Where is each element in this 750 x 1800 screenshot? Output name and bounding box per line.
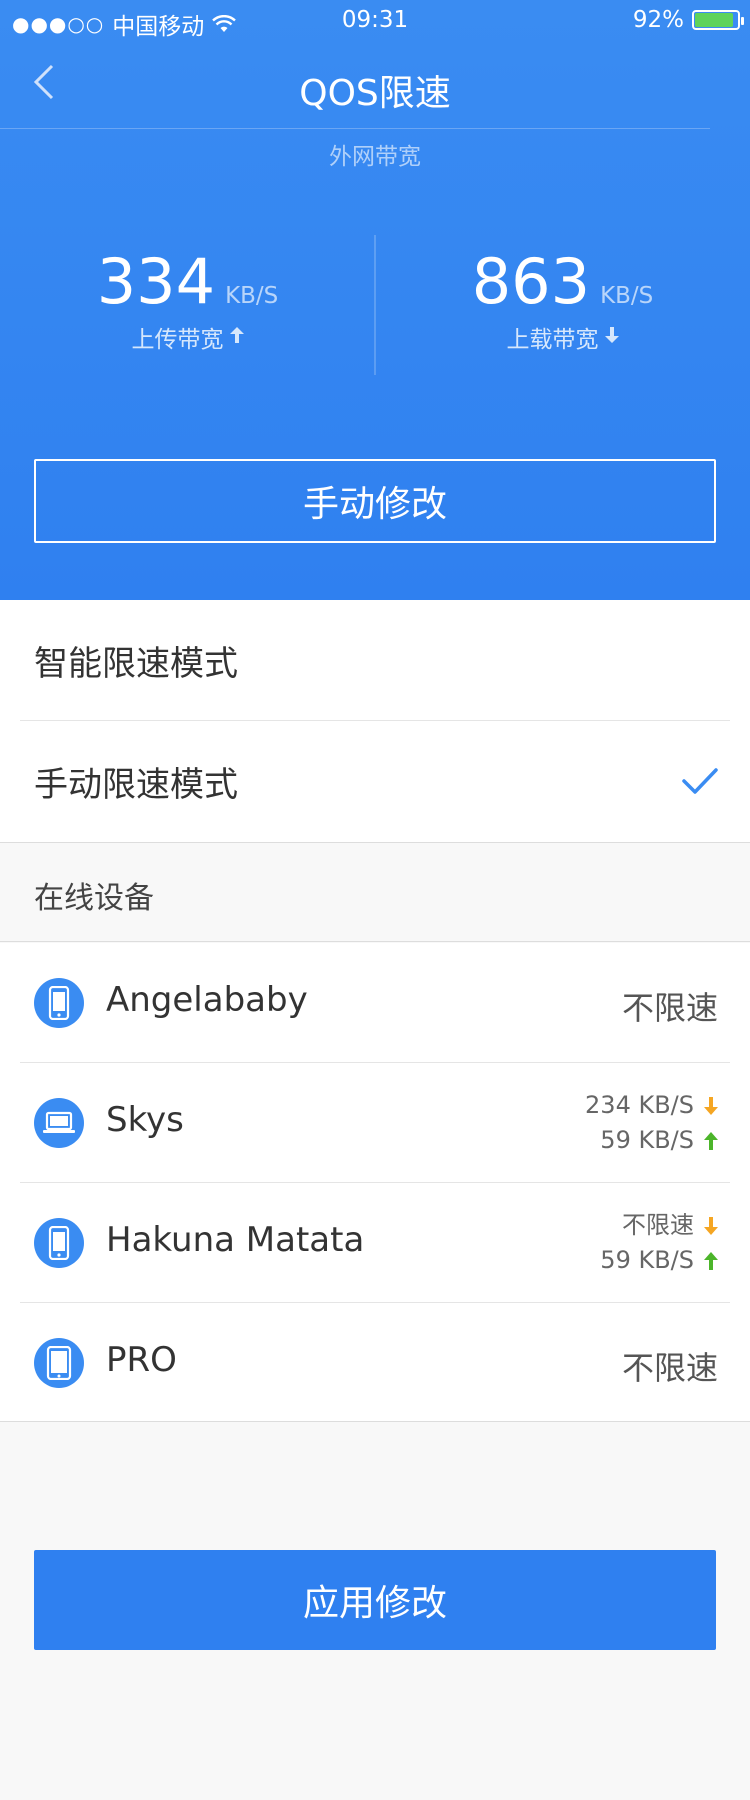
page-title: QOS限速 <box>299 73 451 114</box>
qos-page: ●●●○○ 中国移动 09:31 92% QOS限速 外网带宽 334 KB/S… <box>0 0 750 1800</box>
download-rate: 234 KB/S <box>585 1091 694 1119</box>
section-header: 在线设备 <box>0 842 750 942</box>
nav-divider <box>0 128 710 129</box>
nav-bar: QOS限速 <box>0 40 750 128</box>
arrow-down-icon <box>604 326 619 348</box>
device-rates: 234 KB/S 59 KB/S <box>585 1088 718 1158</box>
upload-label: 上传带宽 <box>131 327 224 353</box>
header: ●●●○○ 中国移动 09:31 92% QOS限速 外网带宽 334 KB/S… <box>0 0 750 600</box>
device-list: Angelababy 不限速 Skys 234 KB/S 59 KB/S Hak… <box>0 943 750 1422</box>
device-name: PRO <box>106 1340 177 1380</box>
arrow-up-icon <box>704 1251 718 1270</box>
apply-changes-button[interactable]: 应用修改 <box>34 1550 716 1650</box>
download-rate: 不限速 <box>622 1211 694 1239</box>
upload-rate: 59 KB/S <box>600 1246 694 1274</box>
upload-rate: 59 KB/S <box>600 1126 694 1154</box>
mode-manual[interactable]: 手动限速模式 <box>0 721 750 841</box>
arrow-down-icon <box>704 1216 718 1235</box>
device-rates: 不限速 59 KB/S <box>600 1208 718 1278</box>
phone-icon <box>34 1218 84 1268</box>
device-row[interactable]: PRO 不限速 <box>0 1303 750 1422</box>
manual-edit-button[interactable]: 手动修改 <box>34 459 716 543</box>
status-bar: ●●●○○ 中国移动 09:31 92% <box>0 0 750 40</box>
device-name: Skys <box>106 1100 184 1140</box>
battery-level <box>695 13 734 27</box>
tablet-icon <box>34 1338 84 1388</box>
mode-label: 手动限速模式 <box>34 764 238 805</box>
mode-list: 智能限速模式 手动限速模式 <box>0 600 750 842</box>
arrow-up-icon <box>229 326 244 348</box>
upload-bandwidth: 334 KB/S 上传带宽 <box>0 245 375 354</box>
phone-icon <box>34 978 84 1028</box>
battery-icon <box>692 10 744 30</box>
online-devices-title: 在线设备 <box>34 881 154 916</box>
arrow-up-icon <box>704 1131 718 1150</box>
device-name: Hakuna Matata <box>106 1220 365 1260</box>
download-label: 上载带宽 <box>506 327 599 353</box>
laptop-icon <box>34 1098 84 1148</box>
device-row[interactable]: Angelababy 不限速 <box>0 943 750 1062</box>
device-status: 不限速 <box>621 1349 718 1387</box>
download-bandwidth: 863 KB/S 上载带宽 <box>375 245 750 354</box>
upload-unit: KB/S <box>225 283 279 309</box>
checkmark-icon <box>682 768 718 794</box>
download-unit: KB/S <box>600 283 654 309</box>
device-status: 不限速 <box>621 989 718 1027</box>
device-row[interactable]: Hakuna Matata 不限速 59 KB/S <box>0 1183 750 1302</box>
bandwidth-caption: 外网带宽 <box>329 144 421 170</box>
device-name: Angelababy <box>106 980 308 1020</box>
arrow-down-icon <box>704 1096 718 1115</box>
upload-value: 334 <box>96 245 216 318</box>
battery-percent: 92% <box>632 7 684 33</box>
mode-label: 智能限速模式 <box>34 643 238 684</box>
device-row[interactable]: Skys 234 KB/S 59 KB/S <box>0 1063 750 1182</box>
download-value: 863 <box>471 245 591 318</box>
mode-smart[interactable]: 智能限速模式 <box>0 600 750 720</box>
